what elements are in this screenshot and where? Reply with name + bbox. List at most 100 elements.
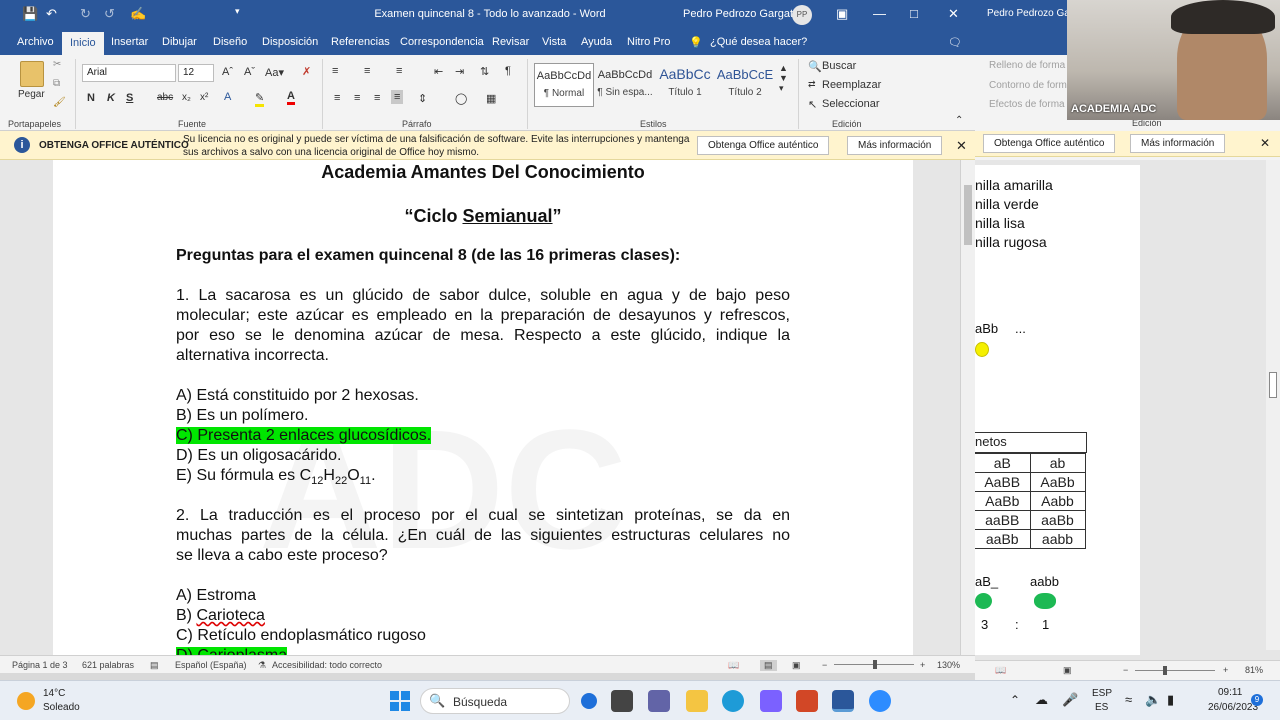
- bold-icon[interactable]: N: [87, 92, 95, 104]
- task-view-icon[interactable]: [611, 690, 633, 712]
- start-icon[interactable]: [390, 691, 410, 711]
- superscript-icon[interactable]: x²: [200, 92, 208, 103]
- show-marks-icon[interactable]: ¶: [505, 65, 511, 77]
- highlight-icon[interactable]: ✎: [255, 91, 265, 107]
- zoom-app-icon[interactable]: [869, 690, 891, 712]
- copy-icon[interactable]: ⧉: [53, 78, 60, 89]
- minimize-button[interactable]: —: [873, 6, 886, 21]
- file-explorer-icon[interactable]: [686, 690, 708, 712]
- touch-mode-icon[interactable]: ✍: [130, 6, 146, 22]
- font-size-input[interactable]: 12: [178, 64, 214, 82]
- second-close-notice-icon[interactable]: ✕: [1260, 136, 1270, 150]
- tab-referencias[interactable]: Referencias: [331, 36, 390, 48]
- justify-icon[interactable]: ≡: [391, 90, 404, 104]
- tab-insertar[interactable]: Insertar: [111, 36, 148, 48]
- teams-icon[interactable]: [648, 690, 670, 712]
- close-button[interactable]: ✕: [948, 6, 959, 22]
- get-office-button[interactable]: Obtenga Office auténtico: [697, 136, 830, 155]
- tab-correspondencia[interactable]: Correspondencia: [400, 36, 484, 48]
- microphone-icon[interactable]: 🎤: [1062, 692, 1078, 708]
- borders-icon[interactable]: ▦: [486, 92, 496, 105]
- decrease-indent-icon[interactable]: ⇤: [434, 65, 443, 78]
- tell-me-input[interactable]: ¿Qué desea hacer?: [710, 36, 807, 48]
- second-more-info-button[interactable]: Más información: [1130, 134, 1226, 153]
- cut-icon[interactable]: ✂: [53, 59, 61, 70]
- underline-icon[interactable]: S: [126, 92, 133, 104]
- user-name[interactable]: Pedro Pedrozo Gargate: [683, 8, 799, 20]
- grow-font-icon[interactable]: Aˆ: [222, 66, 233, 78]
- replace-button[interactable]: Reemplazar: [822, 79, 881, 91]
- search-icon[interactable]: 🔍: [808, 60, 822, 73]
- second-zoom-level[interactable]: 81%: [1245, 665, 1263, 675]
- language-indicator[interactable]: ESP: [1092, 688, 1112, 699]
- store-icon[interactable]: [760, 690, 782, 712]
- font-color-icon[interactable]: A: [287, 90, 295, 105]
- align-center-icon[interactable]: ≡: [354, 92, 360, 104]
- edge-icon[interactable]: [722, 690, 744, 712]
- read-mode-icon[interactable]: 📖: [728, 660, 739, 671]
- weather-desc[interactable]: Soleado: [43, 702, 80, 713]
- tab-dibujar[interactable]: Dibujar: [162, 36, 197, 48]
- change-case-icon[interactable]: Aa▾: [265, 66, 284, 79]
- proofing-icon[interactable]: ▤: [150, 660, 159, 671]
- web-layout-icon[interactable]: ▣: [1063, 665, 1072, 676]
- scrollbar-thumb[interactable]: [964, 185, 972, 245]
- comments-icon[interactable]: 🗨: [948, 36, 962, 49]
- select-icon[interactable]: ↖: [808, 98, 817, 111]
- notification-badge[interactable]: 9: [1251, 694, 1263, 706]
- accessibility-status[interactable]: Accesibilidad: todo correcto: [272, 660, 382, 670]
- zoom-slider-thumb[interactable]: [1163, 666, 1167, 675]
- style-no-spacing[interactable]: AaBbCcDd ¶ Sin espa...: [595, 63, 655, 107]
- select-button[interactable]: Seleccionar: [822, 98, 879, 110]
- ribbon-display-icon[interactable]: ▣: [836, 6, 848, 22]
- shape-outline-item[interactable]: Contorno de forma: [989, 80, 1072, 91]
- page-count[interactable]: Página 1 de 3: [12, 660, 68, 670]
- clear-format-icon[interactable]: ✗: [302, 65, 311, 78]
- tab-disposicion[interactable]: Disposición: [262, 36, 318, 48]
- styles-more-icon[interactable]: ▲ ▼ ▾: [779, 63, 788, 94]
- tab-diseno[interactable]: Diseño: [213, 36, 247, 48]
- tab-revisar[interactable]: Revisar: [492, 36, 529, 48]
- zoom-in-icon[interactable]: +: [920, 660, 925, 670]
- tab-vista[interactable]: Vista: [542, 36, 566, 48]
- italic-icon[interactable]: K: [107, 92, 115, 104]
- word-count[interactable]: 621 palabras: [82, 660, 134, 670]
- tab-nitro-pro[interactable]: Nitro Pro: [627, 36, 670, 48]
- format-painter-icon[interactable]: 🖌: [53, 97, 66, 108]
- second-vertical-scrollbar[interactable]: [1266, 160, 1280, 650]
- zoom-slider[interactable]: [1135, 670, 1215, 671]
- tab-archivo[interactable]: Archivo: [17, 36, 54, 48]
- bing-icon[interactable]: [581, 693, 597, 709]
- maximize-button[interactable]: □: [910, 6, 918, 21]
- collapse-ribbon-icon[interactable]: ⌃: [955, 115, 963, 126]
- multilevel-list-icon[interactable]: ≡: [396, 65, 402, 77]
- zoom-level[interactable]: 130%: [937, 660, 960, 670]
- font-name-input[interactable]: Arial: [82, 64, 176, 82]
- zoom-out-icon[interactable]: −: [822, 660, 827, 670]
- zoom-in-icon[interactable]: +: [1223, 665, 1228, 675]
- shape-fill-item[interactable]: Relleno de forma: [989, 60, 1065, 71]
- paste-button[interactable]: Pegar: [18, 89, 45, 100]
- onedrive-icon[interactable]: ☁: [1035, 692, 1048, 708]
- sun-icon[interactable]: [17, 692, 35, 710]
- read-mode-icon[interactable]: 📖: [995, 665, 1006, 676]
- second-scrollbar-thumb[interactable]: [1269, 372, 1277, 398]
- print-layout-icon[interactable]: ▤: [760, 660, 777, 671]
- close-notice-icon[interactable]: ✕: [956, 138, 967, 154]
- tab-inicio[interactable]: Inicio: [62, 32, 104, 55]
- customize-qat-icon[interactable]: ▾: [235, 6, 240, 17]
- line-spacing-icon[interactable]: ⇕: [418, 92, 427, 105]
- clock-time[interactable]: 09:11: [1218, 687, 1242, 698]
- replace-icon[interactable]: ⇄: [808, 79, 816, 90]
- web-layout-icon[interactable]: ▣: [792, 660, 801, 671]
- shrink-font-icon[interactable]: Aˇ: [244, 66, 255, 78]
- battery-icon[interactable]: ▮: [1167, 692, 1174, 708]
- save-icon[interactable]: 💾: [22, 6, 38, 22]
- tab-ayuda[interactable]: Ayuda: [581, 36, 612, 48]
- find-button[interactable]: Buscar: [822, 60, 856, 72]
- style-heading-2[interactable]: AaBbCcE Título 2: [715, 63, 775, 107]
- subscript-icon[interactable]: x₂: [182, 92, 191, 103]
- text-effects-icon[interactable]: A: [224, 91, 231, 103]
- shading-icon[interactable]: ◯: [455, 92, 467, 105]
- vertical-scrollbar[interactable]: [960, 160, 975, 655]
